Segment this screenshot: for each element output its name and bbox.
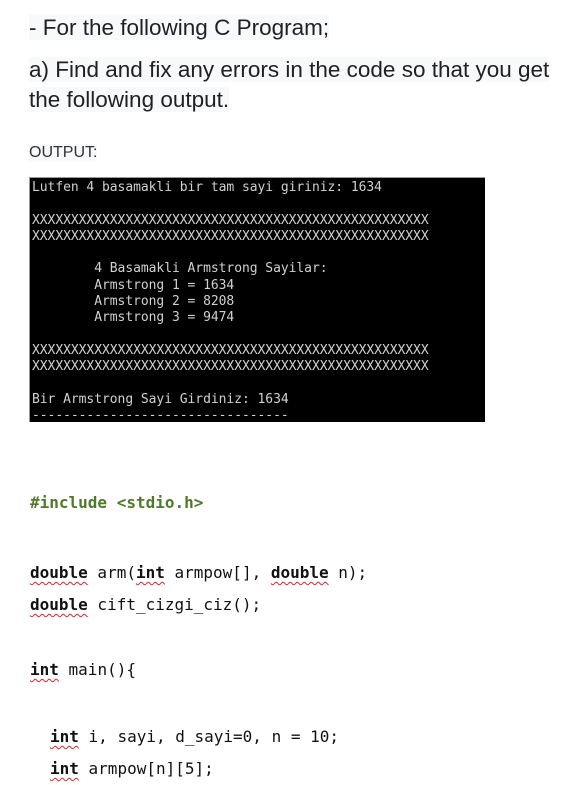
console-line: Armstrong 2 = 8208 (32, 294, 235, 310)
console-line: Armstrong 3 = 9474 (32, 310, 235, 326)
code-text: arm( (87, 563, 136, 582)
console-output-screenshot: Lutfen 4 basamakli bir tam sayi giriniz:… (29, 177, 485, 424)
code-text: armpow[n][5]; (78, 759, 214, 778)
console-line: XXXXXXXXXXXXXXXXXXXXXXXXXXXXXXXXXXXXXXXX… (32, 212, 429, 228)
code-text: n); (328, 563, 368, 582)
question-part-a: a) Find and fix any errors in the code s… (29, 55, 564, 115)
code-keyword: double (30, 595, 88, 614)
code-prototype-arm: double arm(int armpow[], double n); (30, 562, 367, 584)
question-instruction: a) Find and fix any errors in the code s… (29, 57, 550, 112)
console-line: XXXXXXXXXXXXXXXXXXXXXXXXXXXXXXXXXXXXXXXX… (32, 359, 429, 375)
code-keyword: double (270, 563, 329, 582)
console-line: XXXXXXXXXXXXXXXXXXXXXXXXXXXXXXXXXXXXXXXX… (32, 342, 429, 358)
code-keyword: int (50, 727, 79, 746)
code-keyword: int (30, 660, 59, 679)
code-text: armpow[], (164, 563, 271, 582)
console-line: Bir Armstrong Sayi Girdiniz: 1634 (32, 391, 289, 407)
output-label-text: OUTPUT: (29, 144, 98, 161)
code-main-signature: int main(){ (30, 659, 136, 681)
code-text: main(){ (58, 660, 136, 679)
console-line: 4 Basamakli Armstrong Sayilar: (32, 261, 328, 277)
code-keyword: int (135, 563, 165, 582)
question-line-1: - For the following C Program; (29, 13, 330, 43)
code-include: #include <stdio.h> (30, 493, 204, 512)
code-keyword: int (50, 759, 79, 778)
code-prototype-cift-cizgi: double cift_cizgi_ciz(); (30, 594, 261, 616)
console-line: --------------------------------- (32, 408, 289, 424)
code-text: i, sayi, d_sayi=0, n = 10; (78, 727, 339, 746)
console-line: Armstrong 1 = 1634 (32, 277, 235, 293)
code-keyword: double (30, 563, 88, 582)
console-line: XXXXXXXXXXXXXXXXXXXXXXXXXXXXXXXXXXXXXXXX… (32, 228, 429, 244)
code-text: cift_cizgi_ciz(); (87, 595, 262, 614)
question-title: - For the following C Program; (29, 15, 330, 40)
code-declaration-array: int armpow[n][5]; (50, 758, 214, 780)
output-label: OUTPUT: (29, 143, 98, 163)
console-line: Lutfen 4 basamakli bir tam sayi giriniz:… (32, 180, 382, 195)
code-declaration-vars: int i, sayi, d_sayi=0, n = 10; (50, 726, 339, 748)
